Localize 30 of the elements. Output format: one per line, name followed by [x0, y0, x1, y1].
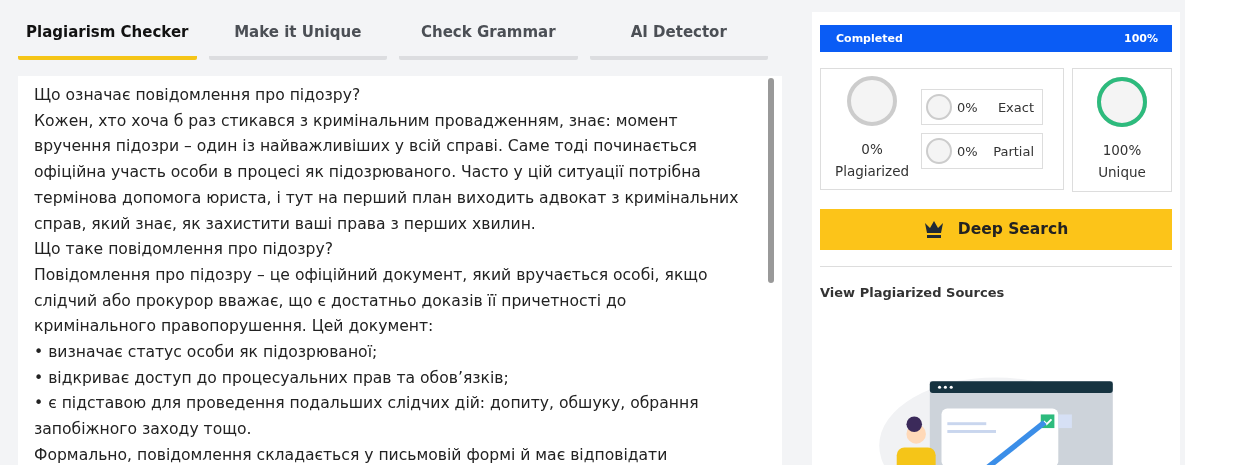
text-paragraph: Що означає повідомлення про підозру? — [34, 85, 362, 106]
progress-label: Completed — [836, 32, 903, 45]
unique-label: Unique — [1098, 163, 1146, 182]
text-paragraph: Формально, повідомлення складається у письмовій формі й має відповідати — [34, 444, 669, 465]
text-paragraph: Повідомлення про підозру – це офіційний документ, який вручається особі, якщо слідчий або прокурор вважає, що є достатньо доказів її причетності до кримінального правопорушення. Цей документ: — [34, 264, 709, 338]
tab[interactable]: Plagiarism Checker — [18, 18, 197, 60]
text-paragraph: Що таке повідомлення про підозру? — [34, 239, 334, 261]
deep-search-button[interactable]: Deep Search — [820, 209, 1172, 250]
text-paragraph: • визначає статус особи як підозрюваної; — [34, 342, 379, 364]
match-percent: 0% — [957, 99, 978, 115]
scrollbar-thumb[interactable] — [768, 78, 774, 283]
unique-percent: 100% — [1102, 141, 1142, 160]
progress-reading: 100% — [1124, 32, 1158, 45]
text-paragraph: • є підставою для проведення подальших слідчих дій: допиту, обшуку, обрання запобіжного заходу тощо. — [34, 393, 700, 441]
text-paragraph: Кожен, хто хоча б раз стикався з кримінальним провадженням, знає: момент вручення підозри – один із найважливіших у всій справі. Саме тоді починається офіційна участь особи в процесі як підозрюваного. Часто у цій ситуації потрібна термінова допомога юриста, і тут на перший план виходить адвокат з кримінальних справ, який знає, як захистити ваші права з перших хвилин. — [34, 110, 740, 235]
score-ring — [926, 138, 953, 164]
score-ring — [1097, 77, 1147, 127]
tab[interactable]: Make it Unique — [208, 18, 387, 60]
tab[interactable]: Check Grammar — [399, 18, 578, 60]
text-paragraph: • відкриває доступ до процесуальних прав та обов’язків; — [34, 367, 510, 389]
match-type-label: Partial — [993, 143, 1036, 159]
score-ring — [926, 94, 953, 120]
tab[interactable]: AI Detector — [589, 18, 768, 60]
match-percent: 0% — [957, 143, 978, 159]
match-type-label: Exact — [997, 99, 1036, 115]
plagiarized-percent: 0% — [861, 140, 883, 159]
sources-title: View Plagiarized Sources — [820, 284, 1006, 300]
crown-icon — [923, 220, 944, 239]
score-ring — [847, 76, 897, 126]
plagiarized-label: Plagiarized — [835, 162, 910, 181]
